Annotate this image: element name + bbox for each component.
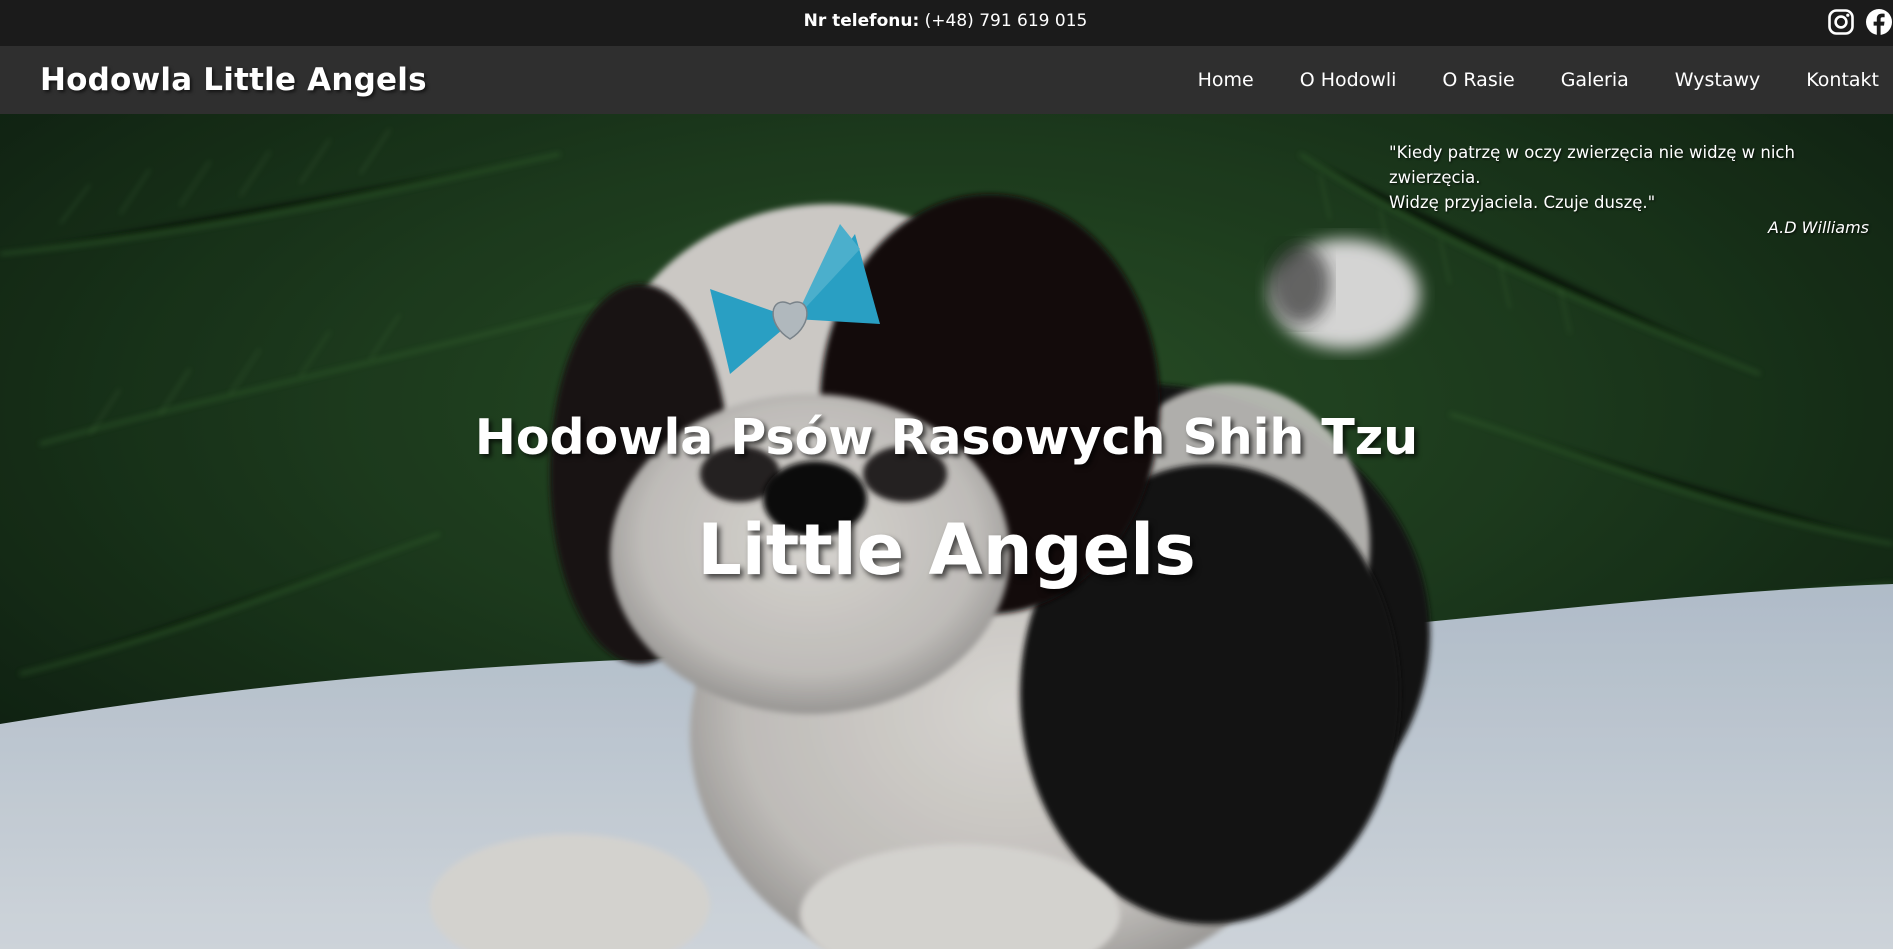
top-bar: Nr telefonu: (+48) 791 619 015: [0, 0, 1893, 46]
social-links: [1827, 6, 1893, 38]
nav-item-wystawy[interactable]: Wystawy: [1652, 69, 1783, 91]
quote-text-line1: "Kiedy patrzę w oczy zwierzęcia nie widz…: [1389, 143, 1795, 187]
phone-label: Nr telefonu:: [803, 11, 920, 31]
main-navbar: Hodowla Little Angels Home O Hodowli O R…: [0, 46, 1893, 114]
instagram-icon[interactable]: [1827, 8, 1855, 36]
site-brand[interactable]: Hodowla Little Angels: [40, 46, 427, 114]
hero-section: "Kiedy patrzę w oczy zwierzęcia nie widz…: [0, 114, 1893, 949]
phone-info: Nr telefonu: (+48) 791 619 015: [0, 0, 1892, 46]
hero-title: Little Angels: [697, 509, 1196, 591]
nav-menu: Home O Hodowli O Rasie Galeria Wystawy K…: [1175, 46, 1879, 114]
facebook-icon[interactable]: [1865, 8, 1893, 36]
phone-number[interactable]: (+48) 791 619 015: [925, 11, 1088, 31]
hero-headline: Hodowla Psów Rasowych Shih Tzu: [474, 409, 1419, 466]
quote-text-line2: Widzę przyjaciela. Czuje duszę.": [1389, 193, 1656, 212]
nav-item-o-rasie[interactable]: O Rasie: [1419, 69, 1537, 91]
nav-item-kontakt[interactable]: Kontakt: [1783, 69, 1879, 91]
quote-author: A.D Williams: [1767, 218, 1869, 237]
hero-quote: "Kiedy patrzę w oczy zwierzęcia nie widz…: [1389, 140, 1869, 240]
nav-item-home[interactable]: Home: [1175, 69, 1277, 91]
nav-item-galeria[interactable]: Galeria: [1538, 69, 1652, 91]
nav-item-o-hodowli[interactable]: O Hodowli: [1277, 69, 1420, 91]
